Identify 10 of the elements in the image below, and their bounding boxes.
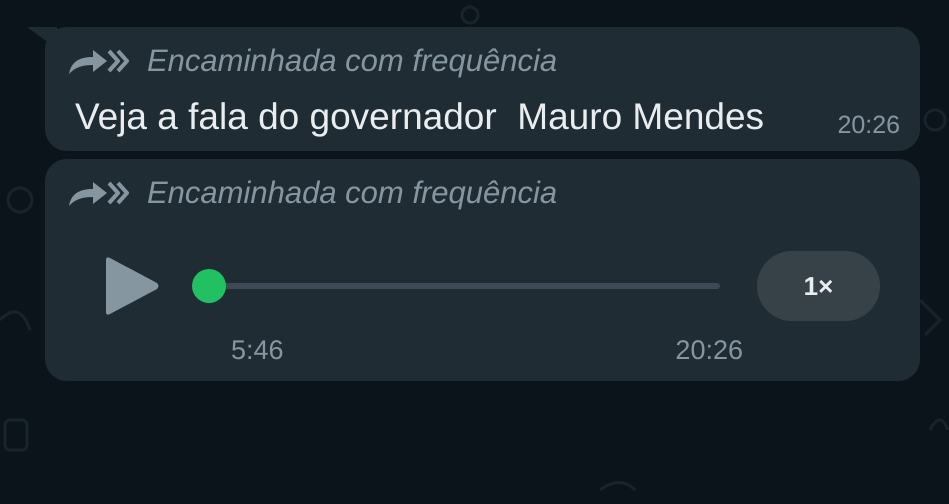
- play-icon[interactable]: [104, 256, 160, 316]
- forwarded-label: Encaminhada com frequência: [147, 42, 558, 80]
- message-time: 20:26: [837, 110, 900, 141]
- slider-thumb[interactable]: [192, 269, 226, 303]
- message-text: Veja a fala do governador Mauro Mendes: [75, 95, 766, 139]
- message-time: 20:26: [675, 334, 743, 367]
- audio-duration: 5:46: [231, 334, 284, 367]
- forwarded-label: Encaminhada com frequência: [147, 174, 558, 212]
- playback-speed-button[interactable]: 1×: [757, 251, 880, 321]
- audio-slider[interactable]: [192, 269, 720, 303]
